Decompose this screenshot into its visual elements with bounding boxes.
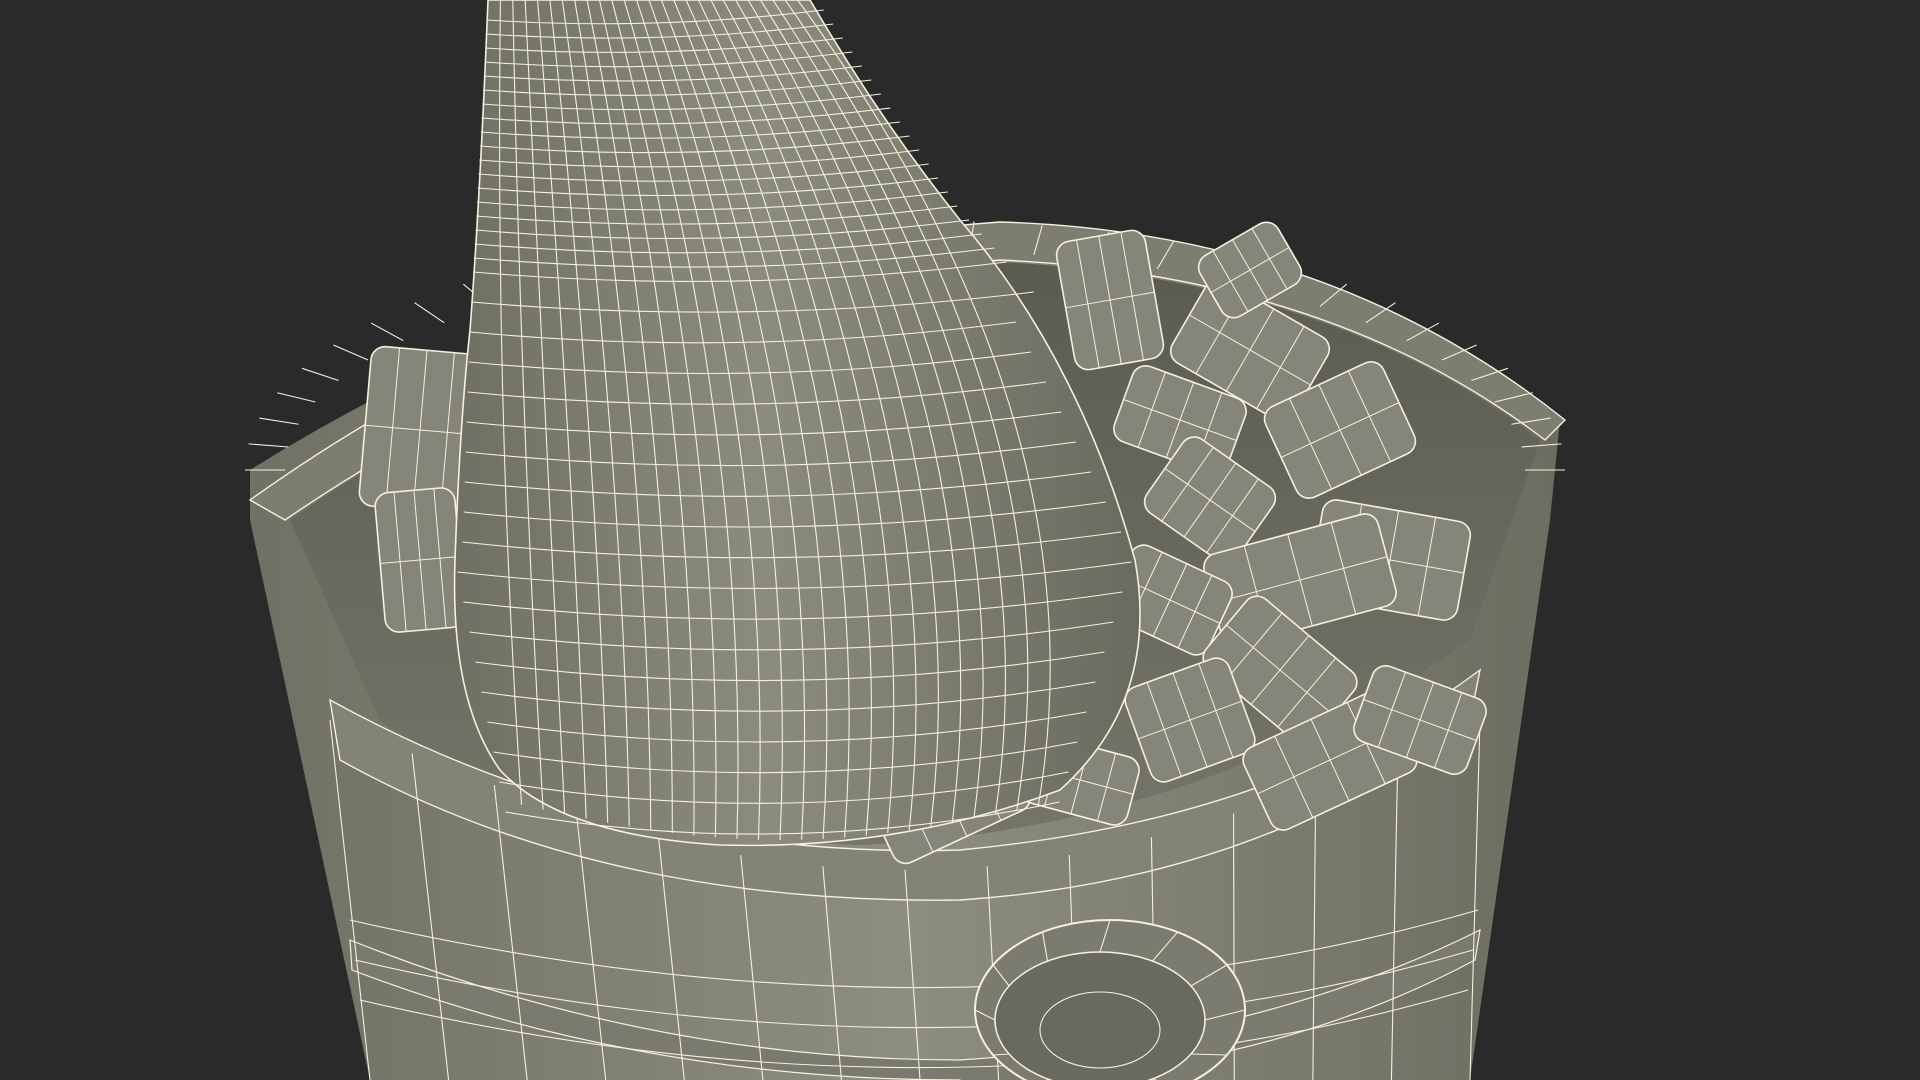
wine-bottle: [453, 0, 1141, 847]
render-viewport: [0, 0, 1920, 1080]
wireframe-render: [245, 0, 1567, 1080]
